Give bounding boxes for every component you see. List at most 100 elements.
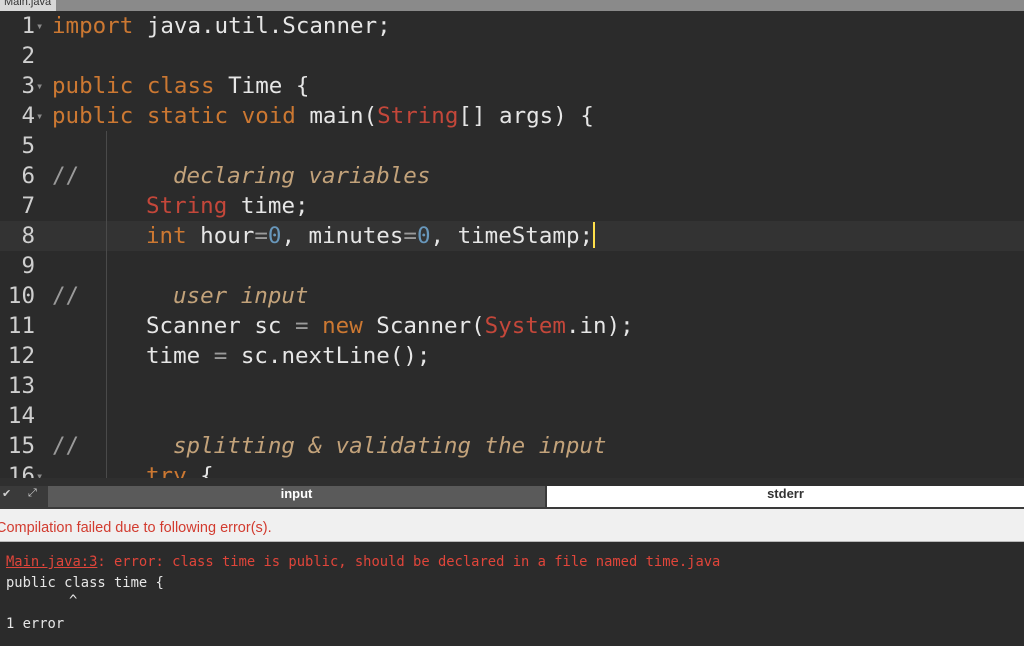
code-text: time = sc.nextLine();: [146, 341, 430, 371]
code-line[interactable]: 15 // splitting & validating the input: [0, 431, 1024, 461]
code-token: , minutes: [281, 223, 404, 249]
file-tab-bar: Main.java: [0, 0, 1024, 11]
code-token: [] args) {: [458, 103, 594, 129]
code-text: import java.util.Scanner;: [52, 11, 391, 41]
code-line[interactable]: 9: [0, 251, 1024, 281]
keyword: import: [52, 13, 134, 39]
line-gutter: 3 ▾: [0, 71, 47, 101]
line-number: 2: [21, 43, 35, 69]
line-gutter: 6: [0, 161, 47, 191]
line-number: 6: [21, 163, 35, 189]
line-gutter: 13: [0, 371, 47, 401]
code-editor[interactable]: 1 ▾ import java.util.Scanner; 2 3 ▾ public…: [0, 11, 1024, 478]
comment-text: splitting & validating the input: [173, 433, 607, 459]
code-token: Scanner(: [362, 313, 485, 339]
type-name: String: [377, 103, 459, 129]
number-literal: 0: [416, 223, 431, 249]
code-line[interactable]: 1 ▾ import java.util.Scanner;: [0, 11, 1024, 41]
fold-arrow-icon[interactable]: ▾: [36, 71, 43, 101]
io-tab-bar: ✔ ⤢ input stderr: [0, 478, 1024, 509]
line-number: 9: [21, 253, 35, 279]
line-number: 10: [7, 283, 35, 309]
indent-guide: [106, 371, 107, 401]
keyword: new: [308, 313, 363, 339]
code-line[interactable]: 10 // user input: [0, 281, 1024, 311]
code-text: int hour=0, minutes=0, timeStamp;: [146, 221, 596, 251]
error-caret: ^: [69, 593, 78, 609]
indent-guide: [106, 311, 107, 341]
code-line[interactable]: 7 String time;: [0, 191, 1024, 221]
number-literal: 0: [267, 223, 282, 249]
fold-arrow-icon[interactable]: ▾: [36, 461, 43, 478]
code-line[interactable]: 13: [0, 371, 1024, 401]
code-line[interactable]: 2: [0, 41, 1024, 71]
line-number: 4: [21, 103, 35, 129]
code-token: .in);: [565, 313, 634, 339]
expand-icon[interactable]: ⤢: [28, 487, 37, 500]
code-text: Scanner sc = new Scanner(System.in);: [146, 311, 634, 341]
line-gutter: 1 ▾: [0, 11, 47, 41]
line-number: 3: [21, 73, 35, 99]
indent-guide: [106, 281, 107, 311]
line-number: 11: [7, 313, 35, 339]
resize-handle[interactable]: [0, 478, 1024, 486]
comment-marker: //: [52, 433, 80, 459]
code-line[interactable]: 14: [0, 401, 1024, 431]
indent-guide: [106, 161, 107, 191]
indent-guide: [106, 221, 107, 251]
error-location-link[interactable]: Main.java:3: [6, 554, 97, 570]
code-token: main(: [295, 103, 378, 129]
code-line[interactable]: 5: [0, 131, 1024, 161]
code-text: // declaring variables: [52, 161, 430, 191]
tab-input[interactable]: input: [48, 486, 545, 507]
code-line[interactable]: 4 ▾ public static void main(String[] args…: [0, 101, 1024, 131]
indent-guide: [106, 341, 107, 371]
line-number: 14: [7, 403, 35, 429]
code-line[interactable]: 3 ▾ public class Time {: [0, 71, 1024, 101]
code-token: java.util.Scanner;: [133, 13, 391, 39]
error-code-line: public class time {: [6, 575, 164, 591]
line-number: 13: [7, 373, 35, 399]
fold-arrow-icon[interactable]: ▾: [36, 11, 43, 41]
keyword: public: [52, 103, 134, 129]
line-gutter: 12: [0, 341, 47, 371]
line-number: 1: [21, 13, 35, 39]
line-gutter: 7: [0, 191, 47, 221]
line-gutter: 9: [0, 251, 47, 281]
tab-stderr[interactable]: stderr: [547, 486, 1024, 507]
line-gutter: 4 ▾: [0, 101, 47, 131]
code-line[interactable]: 16 ▾ try {: [0, 461, 1024, 478]
code-token: sc.nextLine();: [227, 343, 431, 369]
code-token: hour: [186, 223, 255, 249]
error-summary: 1 error: [6, 616, 65, 632]
line-number: 16: [7, 463, 35, 478]
code-token: Scanner sc: [146, 313, 296, 339]
operator: =: [213, 343, 228, 369]
indent-guide: [106, 191, 107, 221]
fold-arrow-icon[interactable]: ▾: [36, 101, 43, 131]
code-line[interactable]: 12 time = sc.nextLine();: [0, 341, 1024, 371]
code-line[interactable]: 11 Scanner sc = new Scanner(System.in);: [0, 311, 1024, 341]
code-text: try {: [146, 461, 214, 478]
operator: =: [403, 223, 417, 249]
check-icon[interactable]: ✔: [2, 487, 11, 500]
line-number: 12: [7, 343, 35, 369]
code-text: String time;: [146, 191, 309, 221]
comment-text: declaring variables: [173, 163, 431, 189]
line-gutter: 2: [0, 41, 47, 71]
type-name: String: [146, 193, 228, 219]
file-tab-main-java[interactable]: Main.java: [0, 0, 56, 11]
line-gutter: 14: [0, 401, 47, 431]
comment-marker: //: [52, 283, 80, 309]
type-name: System: [484, 313, 566, 339]
code-line-active[interactable]: 8 int hour=0, minutes=0, timeStamp;: [0, 221, 1024, 251]
code-line[interactable]: 6 // declaring variables: [0, 161, 1024, 191]
compile-status-message: Compilation failed due to following erro…: [0, 520, 272, 536]
line-gutter: 15: [0, 431, 47, 461]
line-gutter: 16 ▾: [0, 461, 47, 478]
line-number: 5: [21, 133, 35, 159]
error-line: Main.java:3: error: class time is public…: [6, 552, 720, 573]
compiler-output: Main.java:3: error: class time is public…: [0, 542, 1024, 646]
keyword: void: [228, 103, 296, 129]
code-token: Time {: [214, 73, 310, 99]
